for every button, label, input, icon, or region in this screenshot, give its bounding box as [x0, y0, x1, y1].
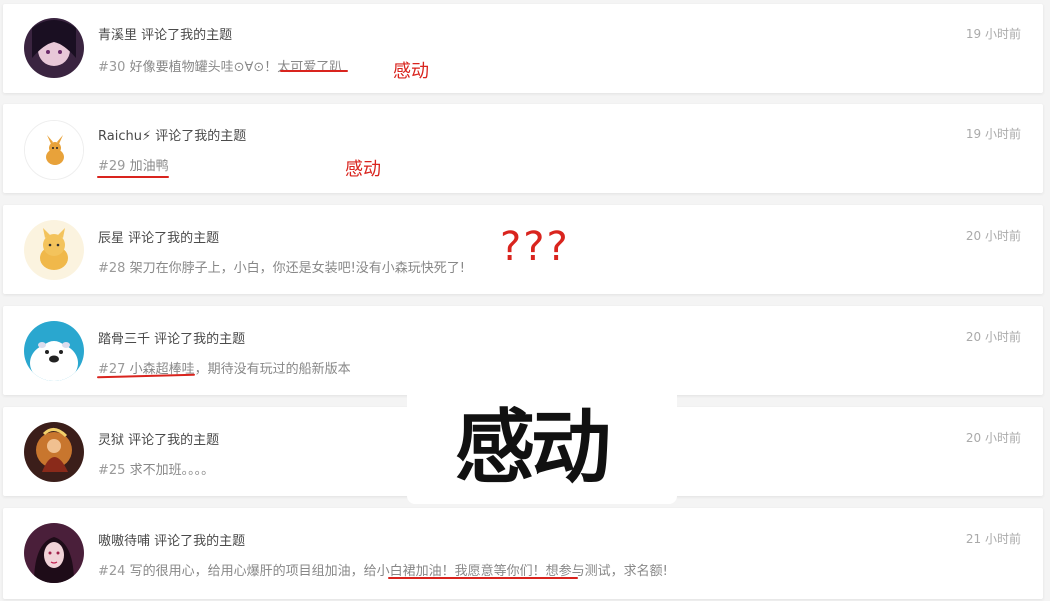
action-text: 评论了我的主题	[128, 231, 220, 246]
comment-text[interactable]: #30 好像要植物罐头哇⊙∀⊙！太可爱了趴	[98, 56, 342, 75]
avatar[interactable]	[24, 422, 84, 482]
annotation-underline	[280, 70, 348, 72]
avatar[interactable]	[24, 18, 84, 78]
action-text: 评论了我的主题	[154, 332, 246, 347]
timestamp: 19 小时前	[965, 127, 1021, 141]
comment-text[interactable]: #27 小森超棒哇，期待没有玩过的船新版本	[98, 358, 351, 377]
timestamp: 19 小时前	[965, 27, 1021, 41]
notification-item[interactable]: Raichu⚡ 评论了我的主题 #29 加油鸭 19 小时前	[3, 104, 1043, 193]
avatar[interactable]	[24, 321, 84, 381]
action-text: 评论了我的主题	[154, 534, 246, 549]
avatar[interactable]	[24, 120, 84, 180]
annotation-text: ???	[500, 224, 570, 270]
annotation-underline	[97, 176, 169, 178]
user-name[interactable]: 踏骨三千	[98, 332, 150, 347]
action-text: 评论了我的主题	[128, 433, 220, 448]
comment-message: 好像要植物罐头哇⊙∀⊙！太可爱了趴	[129, 60, 343, 75]
user-name[interactable]: 辰星	[98, 231, 124, 246]
user-name[interactable]: 嗷嗷待哺	[98, 534, 150, 549]
notification-header: 青溪里 评论了我的主题	[98, 24, 232, 43]
avatar[interactable]	[24, 523, 84, 583]
notification-item[interactable]: 青溪里 评论了我的主题 #30 好像要植物罐头哇⊙∀⊙！太可爱了趴 19 小时前	[3, 4, 1043, 93]
caption-overlay-text: 感动	[455, 401, 611, 494]
user-name[interactable]: Raichu⚡	[98, 129, 151, 144]
notification-header: 踏骨三千 评论了我的主题	[98, 328, 245, 347]
notification-header: 灵狱 评论了我的主题	[98, 429, 219, 448]
comment-text[interactable]: #25 求不加班。。。。	[98, 459, 214, 478]
avatar[interactable]	[24, 220, 84, 280]
annotation-underline	[388, 577, 578, 579]
user-name[interactable]: 灵狱	[98, 433, 124, 448]
timestamp: 20 小时前	[965, 431, 1021, 445]
annotation-text: 感动	[345, 159, 381, 180]
notification-header: 嗷嗷待哺 评论了我的主题	[98, 530, 245, 549]
comment-number[interactable]: #24	[98, 564, 125, 579]
comment-number[interactable]: #25	[98, 463, 125, 478]
action-text: 评论了我的主题	[141, 28, 233, 43]
comment-number[interactable]: #29	[98, 159, 125, 174]
comment-message: 架刀在你脖子上，小白，你还是女装吧!没有小森玩快死了!	[129, 261, 466, 276]
comment-message: 求不加班。。。。	[129, 463, 215, 478]
comment-message: 加油鸭	[129, 159, 169, 174]
notification-header: Raichu⚡ 评论了我的主题	[98, 125, 246, 144]
timestamp: 20 小时前	[965, 330, 1021, 344]
comment-number[interactable]: #30	[98, 60, 125, 75]
notification-header: 辰星 评论了我的主题	[98, 227, 219, 246]
annotation-text: 感动	[393, 61, 429, 82]
user-name[interactable]: 青溪里	[98, 28, 137, 43]
notification-item[interactable]: 嗷嗷待哺 评论了我的主题 #24 写的很用心，给用心爆肝的项目组加油，给小白裙加…	[3, 508, 1043, 599]
timestamp: 21 小时前	[965, 532, 1021, 546]
comment-text[interactable]: #24 写的很用心，给用心爆肝的项目组加油，给小白裙加油！我愿意等你们！想参与测…	[98, 560, 668, 579]
comment-text[interactable]: #29 加油鸭	[98, 155, 169, 174]
action-text: 评论了我的主题	[155, 129, 247, 144]
comment-text[interactable]: #28 架刀在你脖子上，小白，你还是女装吧!没有小森玩快死了!	[98, 257, 465, 276]
timestamp: 20 小时前	[965, 229, 1021, 243]
comment-number[interactable]: #28	[98, 261, 125, 276]
